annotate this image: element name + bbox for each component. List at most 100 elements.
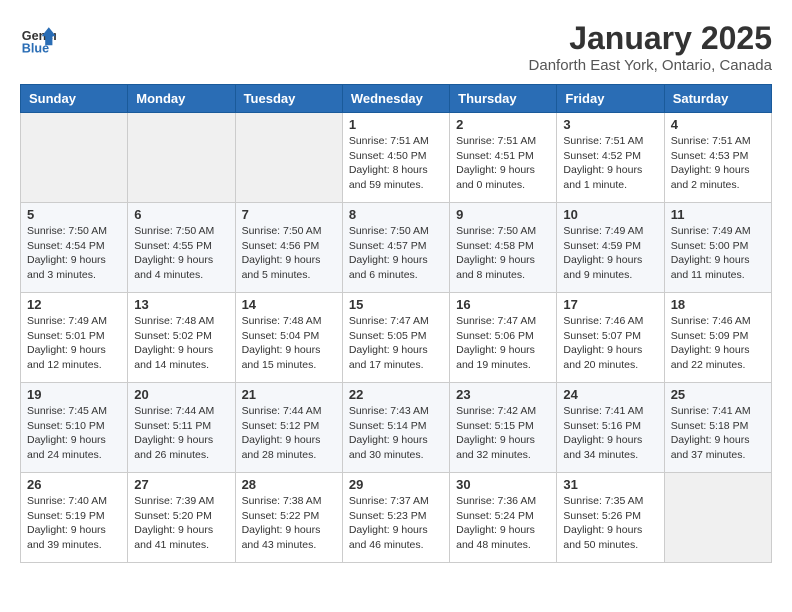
calendar-cell: 6Sunrise: 7:50 AMSunset: 4:55 PMDaylight…: [128, 203, 235, 293]
weekday-header-sunday: Sunday: [21, 85, 128, 113]
day-number: 4: [671, 117, 765, 132]
day-info: Sunrise: 7:37 AMSunset: 5:23 PMDaylight:…: [349, 494, 443, 553]
day-info: Sunrise: 7:43 AMSunset: 5:14 PMDaylight:…: [349, 404, 443, 463]
page-header: General Blue January 2025 Danforth East …: [20, 20, 772, 74]
day-number: 10: [563, 207, 657, 222]
day-number: 7: [242, 207, 336, 222]
day-info: Sunrise: 7:41 AMSunset: 5:18 PMDaylight:…: [671, 404, 765, 463]
day-number: 24: [563, 387, 657, 402]
weekday-header-tuesday: Tuesday: [235, 85, 342, 113]
svg-text:Blue: Blue: [22, 41, 49, 55]
day-info: Sunrise: 7:49 AMSunset: 5:01 PMDaylight:…: [27, 314, 121, 373]
day-number: 21: [242, 387, 336, 402]
calendar-cell: 17 Sunrise: 7:46 AMSunset: 5:07 PMDayligh…: [557, 293, 664, 383]
weekday-header-wednesday: Wednesday: [342, 85, 449, 113]
week-row-3: 12Sunrise: 7:49 AMSunset: 5:01 PMDayligh…: [21, 293, 772, 383]
weekday-header-row: SundayMondayTuesdayWednesdayThursdayFrid…: [21, 85, 772, 113]
calendar-cell: [21, 113, 128, 203]
day-info: Sunrise: 7:51 AMSunset: 4:50 PMDaylight:…: [349, 134, 443, 193]
week-row-5: 26Sunrise: 7:40 AMSunset: 5:19 PMDayligh…: [21, 473, 772, 563]
week-row-1: 1Sunrise: 7:51 AMSunset: 4:50 PMDaylight…: [21, 113, 772, 203]
day-number: 27: [134, 477, 228, 492]
calendar-cell: 18Sunrise: 7:46 AMSunset: 5:09 PMDayligh…: [664, 293, 771, 383]
day-number: 3: [563, 117, 657, 132]
calendar-cell: 10Sunrise: 7:49 AMSunset: 4:59 PMDayligh…: [557, 203, 664, 293]
day-info: Sunrise: 7:47 AMSunset: 5:05 PMDaylight:…: [349, 314, 443, 373]
day-number: 31: [563, 477, 657, 492]
calendar-cell: 7 Sunrise: 7:50 AMSunset: 4:56 PMDaylight…: [235, 203, 342, 293]
day-info: Sunrise: 7:44 AMSunset: 5:11 PMDaylight:…: [134, 404, 228, 463]
weekday-header-saturday: Saturday: [664, 85, 771, 113]
day-number: 13: [134, 297, 228, 312]
calendar-cell: 26Sunrise: 7:40 AMSunset: 5:19 PMDayligh…: [21, 473, 128, 563]
day-number: 14: [242, 297, 336, 312]
day-number: 25: [671, 387, 765, 402]
calendar-cell: 12Sunrise: 7:49 AMSunset: 5:01 PMDayligh…: [21, 293, 128, 383]
day-info: Sunrise: 7:42 AMSunset: 5:15 PMDaylight:…: [456, 404, 550, 463]
day-info: Sunrise: 7:50 AMSunset: 4:57 PMDaylight:…: [349, 224, 443, 283]
day-number: 28: [242, 477, 336, 492]
day-info: Sunrise: 7:46 AMSunset: 5:07 PMDaylight:…: [563, 314, 657, 373]
title-block: January 2025 Danforth East York, Ontario…: [529, 20, 772, 74]
day-info: Sunrise: 7:40 AMSunset: 5:19 PMDaylight:…: [27, 494, 121, 553]
calendar-cell: 11 Sunrise: 7:49 AMSunset: 5:00 PMDayligh…: [664, 203, 771, 293]
calendar-cell: 4 Sunrise: 7:51 AMSunset: 4:53 PMDaylight…: [664, 113, 771, 203]
calendar-cell: 21 Sunrise: 7:44 AMSunset: 5:12 PMDayligh…: [235, 383, 342, 473]
day-number: 9: [456, 207, 550, 222]
day-info: Sunrise: 7:50 AMSunset: 4:56 PMDaylight:…: [242, 224, 336, 283]
day-number: 19: [27, 387, 121, 402]
day-number: 30: [456, 477, 550, 492]
day-info: Sunrise: 7:48 AMSunset: 5:02 PMDaylight:…: [134, 314, 228, 373]
calendar-cell: 23 Sunrise: 7:42 AMSunset: 5:15 PMDayligh…: [450, 383, 557, 473]
logo: General Blue: [20, 20, 56, 56]
day-number: 15: [349, 297, 443, 312]
day-number: 5: [27, 207, 121, 222]
day-info: Sunrise: 7:46 AMSunset: 5:09 PMDaylight:…: [671, 314, 765, 373]
logo-icon: General Blue: [20, 20, 56, 56]
calendar-title: January 2025: [529, 20, 772, 57]
calendar-cell: [128, 113, 235, 203]
day-number: 8: [349, 207, 443, 222]
calendar-table: SundayMondayTuesdayWednesdayThursdayFrid…: [20, 84, 772, 563]
day-info: Sunrise: 7:35 AMSunset: 5:26 PMDaylight:…: [563, 494, 657, 553]
calendar-cell: 16 Sunrise: 7:47 AMSunset: 5:06 PMDayligh…: [450, 293, 557, 383]
day-number: 17: [563, 297, 657, 312]
calendar-cell: [664, 473, 771, 563]
weekday-header-thursday: Thursday: [450, 85, 557, 113]
day-info: Sunrise: 7:38 AMSunset: 5:22 PMDaylight:…: [242, 494, 336, 553]
day-number: 29: [349, 477, 443, 492]
calendar-cell: 28 Sunrise: 7:38 AMSunset: 5:22 PMDayligh…: [235, 473, 342, 563]
day-info: Sunrise: 7:51 AMSunset: 4:51 PMDaylight:…: [456, 134, 550, 193]
day-number: 20: [134, 387, 228, 402]
day-number: 6: [134, 207, 228, 222]
calendar-cell: 3 Sunrise: 7:51 AMSunset: 4:52 PMDaylight…: [557, 113, 664, 203]
day-info: Sunrise: 7:51 AMSunset: 4:52 PMDaylight:…: [563, 134, 657, 193]
day-number: 2: [456, 117, 550, 132]
calendar-cell: 25 Sunrise: 7:41 AMSunset: 5:18 PMDayligh…: [664, 383, 771, 473]
calendar-cell: 13 Sunrise: 7:48 AMSunset: 5:02 PMDayligh…: [128, 293, 235, 383]
calendar-cell: 31 Sunrise: 7:35 AMSunset: 5:26 PMDayligh…: [557, 473, 664, 563]
day-info: Sunrise: 7:47 AMSunset: 5:06 PMDaylight:…: [456, 314, 550, 373]
day-info: Sunrise: 7:44 AMSunset: 5:12 PMDaylight:…: [242, 404, 336, 463]
day-number: 16: [456, 297, 550, 312]
day-number: 11: [671, 207, 765, 222]
calendar-cell: 5Sunrise: 7:50 AMSunset: 4:54 PMDaylight…: [21, 203, 128, 293]
calendar-cell: 14 Sunrise: 7:48 AMSunset: 5:04 PMDayligh…: [235, 293, 342, 383]
calendar-cell: 1Sunrise: 7:51 AMSunset: 4:50 PMDaylight…: [342, 113, 449, 203]
day-info: Sunrise: 7:39 AMSunset: 5:20 PMDaylight:…: [134, 494, 228, 553]
week-row-2: 5Sunrise: 7:50 AMSunset: 4:54 PMDaylight…: [21, 203, 772, 293]
calendar-cell: 9Sunrise: 7:50 AMSunset: 4:58 PMDaylight…: [450, 203, 557, 293]
calendar-cell: 27 Sunrise: 7:39 AMSunset: 5:20 PMDayligh…: [128, 473, 235, 563]
calendar-subtitle: Danforth East York, Ontario, Canada: [529, 57, 772, 74]
day-info: Sunrise: 7:48 AMSunset: 5:04 PMDaylight:…: [242, 314, 336, 373]
day-info: Sunrise: 7:49 AMSunset: 5:00 PMDaylight:…: [671, 224, 765, 283]
day-info: Sunrise: 7:51 AMSunset: 4:53 PMDaylight:…: [671, 134, 765, 193]
calendar-cell: 15 Sunrise: 7:47 AMSunset: 5:05 PMDayligh…: [342, 293, 449, 383]
calendar-cell: 24Sunrise: 7:41 AMSunset: 5:16 PMDayligh…: [557, 383, 664, 473]
day-number: 22: [349, 387, 443, 402]
calendar-cell: 22 Sunrise: 7:43 AMSunset: 5:14 PMDayligh…: [342, 383, 449, 473]
calendar-cell: 29 Sunrise: 7:37 AMSunset: 5:23 PMDayligh…: [342, 473, 449, 563]
day-number: 23: [456, 387, 550, 402]
calendar-cell: 20 Sunrise: 7:44 AMSunset: 5:11 PMDayligh…: [128, 383, 235, 473]
day-info: Sunrise: 7:36 AMSunset: 5:24 PMDaylight:…: [456, 494, 550, 553]
